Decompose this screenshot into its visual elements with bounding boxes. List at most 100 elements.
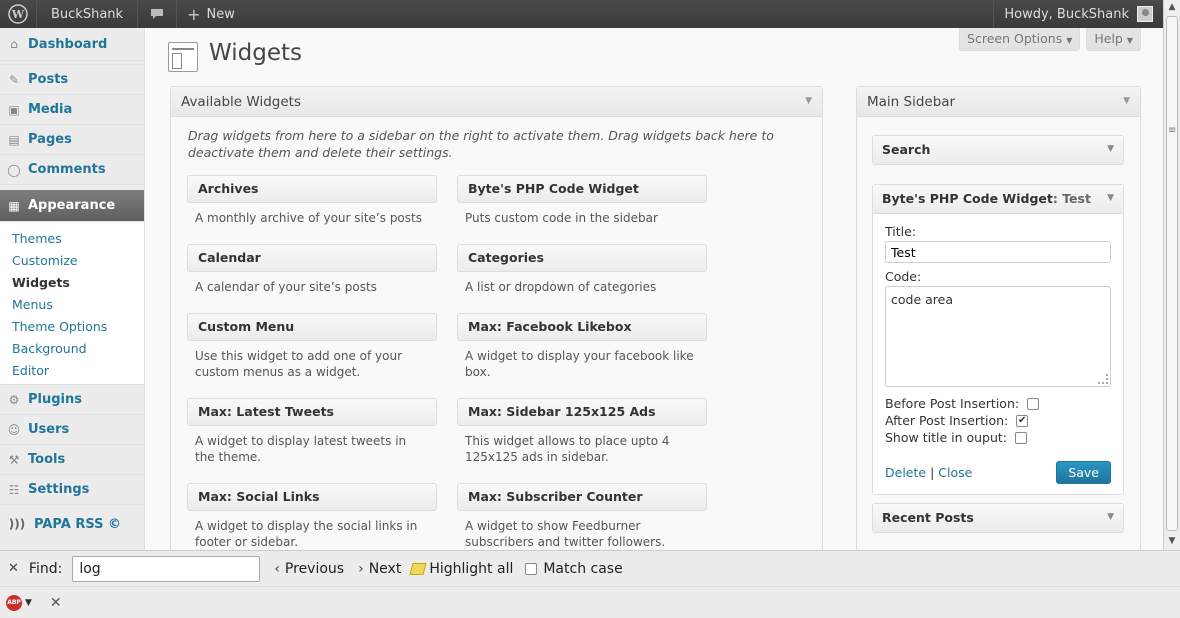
- submenu-theme-options[interactable]: Theme Options: [0, 316, 144, 338]
- menu-label: Settings: [28, 482, 90, 497]
- submenu-editor[interactable]: Editor: [0, 360, 144, 382]
- submenu-customize[interactable]: Customize: [0, 250, 144, 272]
- svg-text:W: W: [11, 8, 25, 21]
- expand-arrow-icon[interactable]: ▼: [1107, 136, 1114, 163]
- toggle-arrow-icon[interactable]: ▼: [1123, 96, 1130, 106]
- widget-title[interactable]: Max: Latest Tweets: [187, 398, 437, 426]
- scroll-down-arrow-icon[interactable]: ▼: [1166, 536, 1178, 548]
- sidebar-widget-search[interactable]: Search ▼: [872, 135, 1124, 165]
- wordpress-logo-icon[interactable]: W: [0, 0, 37, 28]
- menu-tools[interactable]: ⚒ Tools: [0, 445, 144, 475]
- widget-php-code[interactable]: Byte's PHP Code Widget Puts custom code i…: [457, 175, 707, 226]
- menu-label: Posts: [28, 72, 69, 87]
- highlight-all-button[interactable]: Highlight all: [409, 561, 513, 577]
- menu-comments[interactable]: ◯ Comments: [0, 155, 144, 185]
- adblock-plus-icon[interactable]: ABP: [6, 594, 22, 611]
- pushpin-icon: ✎: [8, 72, 20, 87]
- toggle-arrow-icon[interactable]: ▼: [805, 96, 812, 106]
- next-label: Next: [368, 560, 402, 577]
- menu-media[interactable]: ▣ Media: [0, 95, 144, 125]
- delete-link[interactable]: Delete: [885, 465, 926, 480]
- match-case-checkbox[interactable]: [525, 562, 538, 575]
- widget-title[interactable]: Max: Facebook Likebox: [457, 313, 707, 341]
- menu-papa-rss[interactable]: ))) PAPA RSS ©: [0, 509, 144, 539]
- widget-title[interactable]: Calendar: [187, 244, 437, 272]
- before-post-checkbox[interactable]: [1027, 397, 1040, 410]
- widget-facebook-likebox[interactable]: Max: Facebook Likebox A widget to display…: [457, 313, 707, 380]
- widget-custom-menu[interactable]: Custom Menu Use this widget to add one of…: [187, 313, 437, 380]
- help-label: Help: [1094, 31, 1123, 46]
- widget-calendar[interactable]: Calendar A calendar of your site’s posts: [187, 244, 437, 295]
- widget-title[interactable]: Archives: [187, 175, 437, 203]
- find-previous-button[interactable]: ‹ Previous: [274, 561, 344, 577]
- menu-pages[interactable]: ▤ Pages: [0, 125, 144, 155]
- sidebar-widget-php-code[interactable]: Byte's PHP Code Widget: Test ▼ Title: Cod…: [872, 184, 1124, 495]
- media-icon: ▣: [8, 102, 20, 117]
- available-widgets-header[interactable]: Available Widgets ▼: [171, 87, 822, 117]
- widget-title[interactable]: Byte's PHP Code Widget: [457, 175, 707, 203]
- site-name-link[interactable]: BuckShank: [37, 0, 139, 28]
- widget-title[interactable]: Custom Menu: [187, 313, 437, 341]
- screen-options-button[interactable]: Screen Options ▼: [959, 28, 1081, 51]
- code-textarea[interactable]: code area: [885, 286, 1111, 387]
- widget-sidebar-ads[interactable]: Max: Sidebar 125x125 Ads This widget allo…: [457, 398, 707, 465]
- menu-dashboard[interactable]: ⌂ Dashboard: [0, 28, 144, 61]
- widget-categories[interactable]: Categories A list or dropdown of categori…: [457, 244, 707, 295]
- widget-archives[interactable]: Archives A monthly archive of your site’s…: [187, 175, 437, 226]
- menu-appearance[interactable]: ▦ Appearance: [0, 190, 144, 222]
- widget-header[interactable]: Byte's PHP Code Widget: Test ▼: [873, 185, 1123, 213]
- help-button[interactable]: Help ▼: [1086, 28, 1141, 51]
- widget-description: A monthly archive of your site’s posts: [195, 211, 422, 225]
- close-addon-bar-icon[interactable]: ✕: [50, 595, 62, 611]
- addon-bar: ABP ▼ ✕: [0, 586, 1180, 618]
- chevron-down-icon[interactable]: ▼: [25, 598, 32, 608]
- menu-settings[interactable]: ☷ Settings: [0, 475, 144, 505]
- submenu-widgets[interactable]: Widgets: [0, 272, 144, 294]
- sidebar-widget-recent-posts[interactable]: Recent Posts ▼: [872, 503, 1124, 533]
- main-sidebar-header[interactable]: Main Sidebar ▼: [857, 87, 1140, 117]
- find-label: Find:: [28, 560, 63, 577]
- save-button[interactable]: Save: [1056, 461, 1111, 484]
- title-input[interactable]: [885, 241, 1111, 263]
- menu-label: Media: [28, 102, 73, 117]
- widget-description: Puts custom code in the sidebar: [465, 211, 658, 225]
- show-title-checkbox[interactable]: [1015, 431, 1028, 444]
- widget-latest-tweets[interactable]: Max: Latest Tweets A widget to display la…: [187, 398, 437, 465]
- menu-plugins[interactable]: ⚙ Plugins: [0, 385, 144, 415]
- close-findbar-icon[interactable]: ✕: [8, 561, 19, 576]
- widget-header[interactable]: Recent Posts ▼: [873, 504, 1123, 532]
- new-content-button[interactable]: + New: [177, 0, 245, 28]
- widget-title[interactable]: Categories: [457, 244, 707, 272]
- widget-social-links[interactable]: Max: Social Links A widget to display the…: [187, 483, 437, 550]
- page-scrollbar[interactable]: ▲ ▼: [1163, 0, 1180, 550]
- comments-bubble-icon[interactable]: [138, 0, 178, 28]
- widget-title[interactable]: Max: Sidebar 125x125 Ads: [457, 398, 707, 426]
- menu-label: Pages: [28, 132, 72, 147]
- widget-header[interactable]: Search ▼: [873, 136, 1123, 164]
- find-input[interactable]: log: [72, 555, 261, 582]
- rss-icon: ))): [8, 517, 26, 531]
- menu-users[interactable]: ☺ Users: [0, 415, 144, 445]
- screen-options-label: Screen Options: [967, 31, 1063, 46]
- submenu-themes[interactable]: Themes: [0, 228, 144, 250]
- menu-label: PAPA RSS ©: [34, 516, 121, 532]
- submenu-background[interactable]: Background: [0, 338, 144, 360]
- menu-label: Dashboard: [28, 36, 108, 52]
- scroll-up-arrow-icon[interactable]: ▲: [1166, 2, 1178, 14]
- scrollbar-thumb[interactable]: [1166, 16, 1178, 531]
- expand-arrow-icon[interactable]: ▼: [1107, 504, 1114, 531]
- widget-description: A widget to display the social links in …: [195, 519, 418, 549]
- previous-label: Previous: [284, 560, 345, 577]
- widget-title: Byte's PHP Code Widget: [882, 191, 1053, 206]
- menu-posts[interactable]: ✎ Posts: [0, 65, 144, 95]
- widget-subscriber-counter[interactable]: Max: Subscriber Counter A widget to show …: [457, 483, 707, 550]
- find-next-button[interactable]: › Next: [358, 561, 401, 577]
- widget-title[interactable]: Max: Subscriber Counter: [457, 483, 707, 511]
- match-case-toggle[interactable]: Match case: [525, 561, 623, 577]
- submenu-menus[interactable]: Menus: [0, 294, 144, 316]
- collapse-arrow-icon[interactable]: ▼: [1107, 185, 1114, 212]
- close-link[interactable]: Close: [938, 465, 972, 480]
- widget-title[interactable]: Max: Social Links: [187, 483, 437, 511]
- my-account-menu[interactable]: Howdy, BuckShank: [993, 0, 1163, 28]
- after-post-checkbox[interactable]: ✔: [1016, 414, 1029, 427]
